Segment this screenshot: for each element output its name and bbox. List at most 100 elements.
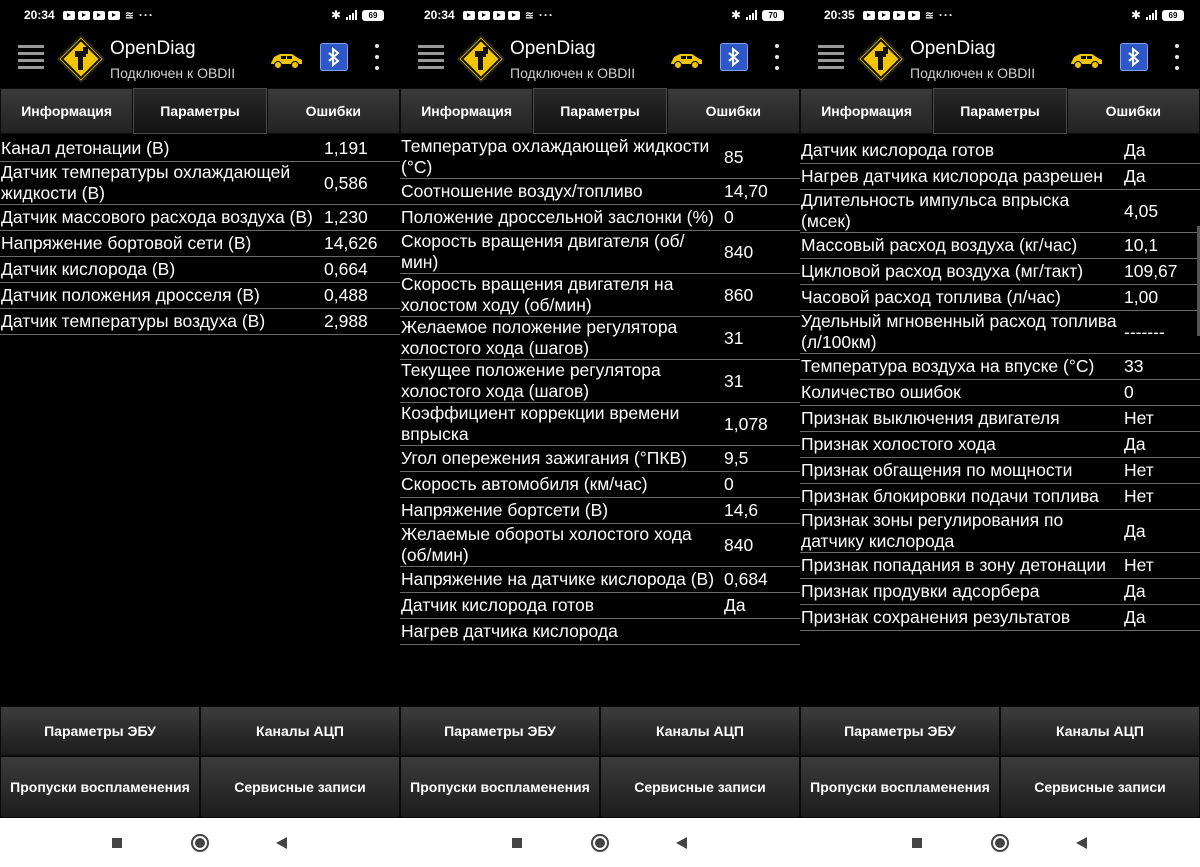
bottom-buttons: Параметры ЭБУ Каналы АЦП Пропуски воспламе… — [800, 706, 1200, 818]
parameter-name: Часовой расход топлива (л/час) — [801, 287, 1061, 307]
parameter-value: Да — [1124, 520, 1146, 541]
list-item: Нагрев датчика кислорода — [400, 619, 800, 645]
parameter-name: Признак сохранения результатов — [801, 607, 1071, 627]
bluetooth-button-icon[interactable] — [320, 43, 348, 71]
list-item: Признак попадания в зону детонации Нет — [800, 553, 1200, 579]
comparison-collage: 20:34 ≊ ··· ✱ 69 OpenDiag Подключен к OBDII Инф… — [0, 0, 1200, 867]
back-icon[interactable] — [676, 837, 687, 849]
tab-errors[interactable]: Ошибки — [1066, 88, 1200, 134]
list-item: Признак блокировки подачи топлива Нет — [800, 484, 1200, 510]
list-item: Датчик температуры воздуха (В) 2,988 — [0, 309, 400, 335]
app-bar: OpenDiag Подключен к OBDII — [800, 30, 1200, 86]
parameter-name: Температура охлаждающей жидкости (°C) — [401, 136, 710, 177]
car-icon[interactable] — [668, 48, 704, 70]
parameter-list: Температура охлаждающей жидкости (°C) 85 С… — [400, 136, 800, 706]
parameter-name: Положение дроссельной заслонки (%) — [401, 207, 714, 227]
tab-parameters[interactable]: Параметры — [933, 88, 1067, 134]
system-nav-bar — [800, 818, 1200, 867]
parameter-value: 109,67 — [1124, 261, 1178, 281]
list-item: Датчик массового расхода воздуха (В) 1,23… — [0, 205, 400, 231]
more-notifications-icon: ··· — [538, 8, 554, 22]
parameter-name: Желаемое положение регулятора холостого … — [401, 317, 678, 358]
ecu-params-button[interactable]: Параметры ЭБУ — [800, 706, 1000, 756]
connection-status: Подключен к OBDII — [910, 65, 1036, 81]
menu-icon[interactable] — [818, 45, 844, 69]
bluetooth-button-icon[interactable] — [1120, 43, 1148, 71]
list-item: Угол опережения зажигания (°ПКВ) 9,5 — [400, 446, 800, 472]
overflow-menu-icon[interactable] — [772, 44, 782, 70]
list-item: Напряжение бортовой сети (В) 14,626 — [0, 231, 400, 257]
adc-channels-button[interactable]: Каналы АЦП — [200, 706, 400, 756]
parameter-value: 0 — [724, 207, 734, 227]
overflow-menu-icon[interactable] — [372, 44, 382, 70]
ecu-params-button[interactable]: Параметры ЭБУ — [0, 706, 200, 756]
ecu-params-button[interactable]: Параметры ЭБУ — [400, 706, 600, 756]
opendiag-logo-icon — [856, 34, 906, 84]
youtube-notification-icon — [862, 10, 875, 20]
app-title: OpenDiag — [510, 38, 596, 59]
app-title: OpenDiag — [910, 38, 996, 59]
menu-icon[interactable] — [418, 45, 444, 69]
list-item: Напряжение бортсети (В) 14,6 — [400, 498, 800, 524]
battery-icon: 69 — [1162, 9, 1184, 21]
menu-icon[interactable] — [18, 45, 44, 69]
parameter-value: 0 — [1124, 382, 1134, 402]
parameter-value: 14,626 — [324, 233, 378, 253]
parameter-name: Нагрев датчика кислорода разрешен — [801, 166, 1103, 186]
app-bar: OpenDiag Подключен к OBDII — [400, 30, 800, 86]
misfires-button[interactable]: Пропуски воспламенения — [0, 756, 200, 818]
parameter-name: Признак зоны регулирования по датчику ки… — [801, 510, 1064, 551]
parameter-value: Да — [1124, 434, 1146, 454]
parameter-value: 0,664 — [324, 259, 368, 279]
list-item: Скорость вращения двигателя на холостом … — [400, 274, 800, 317]
recent-apps-icon[interactable] — [912, 838, 922, 848]
parameter-name: Удельный мгновенный расход топлива (л/10… — [801, 311, 1117, 352]
parameter-name: Признак продувки адсорбера — [801, 581, 1040, 601]
parameter-name: Желаемые обороты холостого хода (об/мин) — [401, 524, 692, 565]
system-nav-bar — [0, 818, 400, 867]
service-records-button[interactable]: Сервисные записи — [1000, 756, 1200, 818]
parameter-name: Угол опережения зажигания (°ПКВ) — [401, 448, 688, 468]
parameter-value: 1,230 — [324, 207, 368, 227]
home-icon[interactable] — [191, 834, 209, 852]
tab-errors[interactable]: Ошибки — [266, 88, 400, 134]
adc-channels-button[interactable]: Каналы АЦП — [600, 706, 800, 756]
adc-channels-button[interactable]: Каналы АЦП — [1000, 706, 1200, 756]
bluetooth-button-icon[interactable] — [720, 43, 748, 71]
signal-icon — [746, 10, 757, 20]
tab-info[interactable]: Информация — [400, 88, 534, 134]
phone-screen: 20:34 ≊ ··· ✱ 70 OpenDiag Подключен к OBDII Инф… — [400, 0, 800, 867]
parameter-value: 33 — [1124, 356, 1144, 376]
recent-apps-icon[interactable] — [512, 838, 522, 848]
tab-info[interactable]: Информация — [800, 88, 934, 134]
home-icon[interactable] — [591, 834, 609, 852]
misfires-button[interactable]: Пропуски воспламенения — [800, 756, 1000, 818]
cast-icon: ≊ — [524, 9, 534, 22]
list-item: Текущее положение регулятора холостого х… — [400, 360, 800, 403]
car-icon[interactable] — [1068, 48, 1104, 70]
service-records-button[interactable]: Сервисные записи — [200, 756, 400, 818]
parameter-value: 14,6 — [724, 500, 759, 520]
connection-status: Подключен к OBDII — [510, 65, 636, 81]
parameter-value: 840 — [724, 241, 754, 262]
parameter-value: 840 — [724, 534, 754, 555]
bottom-buttons: Параметры ЭБУ Каналы АЦП Пропуски воспламе… — [0, 706, 400, 818]
back-icon[interactable] — [1076, 837, 1087, 849]
recent-apps-icon[interactable] — [112, 838, 122, 848]
tab-info[interactable]: Информация — [0, 88, 134, 134]
list-item: Признак обгащения по мощности Нет — [800, 458, 1200, 484]
tab-parameters[interactable]: Параметры — [133, 88, 267, 134]
parameter-name: Канал детонации (В) — [1, 138, 170, 158]
overflow-menu-icon[interactable] — [1172, 44, 1182, 70]
service-records-button[interactable]: Сервисные записи — [600, 756, 800, 818]
home-icon[interactable] — [991, 834, 1009, 852]
tab-errors[interactable]: Ошибки — [666, 88, 800, 134]
status-icons: ✱ 69 — [1131, 8, 1184, 22]
list-item: Температура воздуха на впуске (°C) 33 — [800, 354, 1200, 380]
list-item: Положение дроссельной заслонки (%) 0 — [400, 205, 800, 231]
tab-parameters[interactable]: Параметры — [533, 88, 667, 134]
misfires-button[interactable]: Пропуски воспламенения — [400, 756, 600, 818]
back-icon[interactable] — [276, 837, 287, 849]
battery-icon: 69 — [362, 9, 384, 21]
car-icon[interactable] — [268, 48, 304, 70]
